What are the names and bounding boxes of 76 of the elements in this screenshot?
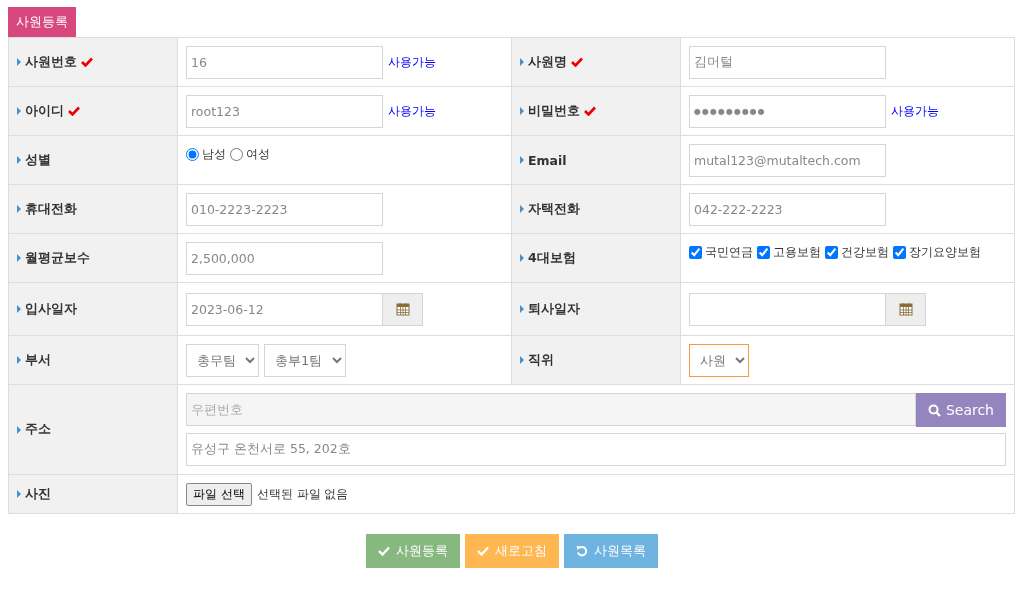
date-field[interactable]: 2023-06-12 xyxy=(186,292,383,326)
dropdown[interactable]: 총부1팀 xyxy=(264,343,346,377)
bullet-icon xyxy=(520,107,524,115)
field-label: 입사일자 xyxy=(25,300,77,318)
bullet-icon xyxy=(17,356,21,364)
bullet-icon xyxy=(17,305,21,313)
field-label: 퇴사일자 xyxy=(528,300,580,318)
text-field[interactable]: mutal123@mutaltech.com xyxy=(689,143,886,177)
radio-label: 남성 xyxy=(202,146,226,163)
bullet-icon xyxy=(17,156,21,164)
text-field[interactable]: 2,500,000 xyxy=(186,241,383,275)
action-button[interactable]: 사원등록 xyxy=(365,534,460,568)
text-field[interactable]: 김머털 xyxy=(689,45,886,79)
postcode-field[interactable]: 우편번호 xyxy=(186,393,916,426)
radio-button[interactable] xyxy=(230,148,243,161)
availability-note: 사용가능 xyxy=(388,53,436,71)
bullet-icon xyxy=(520,156,524,164)
field-label: 4대보험 xyxy=(528,249,576,267)
field-label: 주소 xyxy=(25,421,51,438)
address-field[interactable]: 유성구 온천서로 55, 202호 xyxy=(186,433,1006,466)
bullet-icon xyxy=(17,490,21,498)
checkbox[interactable] xyxy=(689,246,702,259)
date-field[interactable] xyxy=(689,292,886,326)
field-label: 휴대전화 xyxy=(25,200,77,218)
bullet-icon xyxy=(17,254,21,262)
search-icon xyxy=(927,403,941,417)
dropdown[interactable]: 사원 xyxy=(689,343,749,377)
bullet-icon xyxy=(520,356,524,364)
checkbox-label: 국민연금 xyxy=(705,244,753,261)
bullet-icon xyxy=(17,205,21,213)
calendar-icon xyxy=(395,302,410,316)
checkbox[interactable] xyxy=(825,246,838,259)
bullet-icon xyxy=(520,205,524,213)
text-field[interactable]: 042-222-2223 xyxy=(689,192,886,226)
field-label: 자택전화 xyxy=(528,200,580,218)
field-label: 사원번호 xyxy=(25,53,77,71)
bullet-icon xyxy=(520,58,524,66)
bullet-icon xyxy=(520,305,524,313)
checkbox[interactable] xyxy=(893,246,906,259)
field-label: 사진 xyxy=(25,485,51,503)
password-field[interactable]: ●●●●●●●●● xyxy=(689,94,886,128)
checkbox-label: 장기요양보험 xyxy=(909,244,981,261)
calendar-button[interactable] xyxy=(383,292,423,326)
checkbox[interactable] xyxy=(757,246,770,259)
page-title: 사원등록 xyxy=(8,7,76,37)
action-button[interactable]: 사원목록 xyxy=(563,534,658,568)
field-label: 부서 xyxy=(25,351,51,369)
text-field[interactable]: root123 xyxy=(186,94,383,128)
file-status: 선택된 파일 없음 xyxy=(256,485,349,503)
bullet-icon xyxy=(520,254,524,262)
field-label: 비밀번호 xyxy=(528,102,580,120)
dropdown[interactable]: 총무팀 xyxy=(186,343,259,377)
check-icon xyxy=(476,546,489,556)
checkbox-label: 건강보험 xyxy=(841,244,889,261)
bullet-icon xyxy=(17,425,21,434)
availability-note: 사용가능 xyxy=(388,102,436,120)
search-button[interactable]: Search xyxy=(915,393,1006,427)
calendar-icon xyxy=(898,302,913,316)
calendar-button[interactable] xyxy=(886,292,926,326)
bullet-icon xyxy=(17,58,21,66)
undo-icon xyxy=(575,545,588,557)
field-label: 성별 xyxy=(25,151,51,169)
radio-button[interactable] xyxy=(186,148,199,161)
text-field[interactable]: 010-2223-2223 xyxy=(186,192,383,226)
file-button[interactable]: 파일 선택 xyxy=(186,482,252,506)
checkbox-label: 고용보험 xyxy=(773,244,821,261)
field-label: 직위 xyxy=(528,351,554,369)
radio-label: 여성 xyxy=(246,146,270,163)
field-label: Email xyxy=(528,152,567,168)
field-label: 아이디 xyxy=(25,102,64,120)
field-label: 월평균보수 xyxy=(25,249,90,267)
check-icon xyxy=(377,546,390,556)
text-field[interactable]: 16 xyxy=(186,45,383,79)
bullet-icon xyxy=(17,107,21,115)
field-label: 사원명 xyxy=(528,53,567,71)
availability-note: 사용가능 xyxy=(891,102,939,120)
